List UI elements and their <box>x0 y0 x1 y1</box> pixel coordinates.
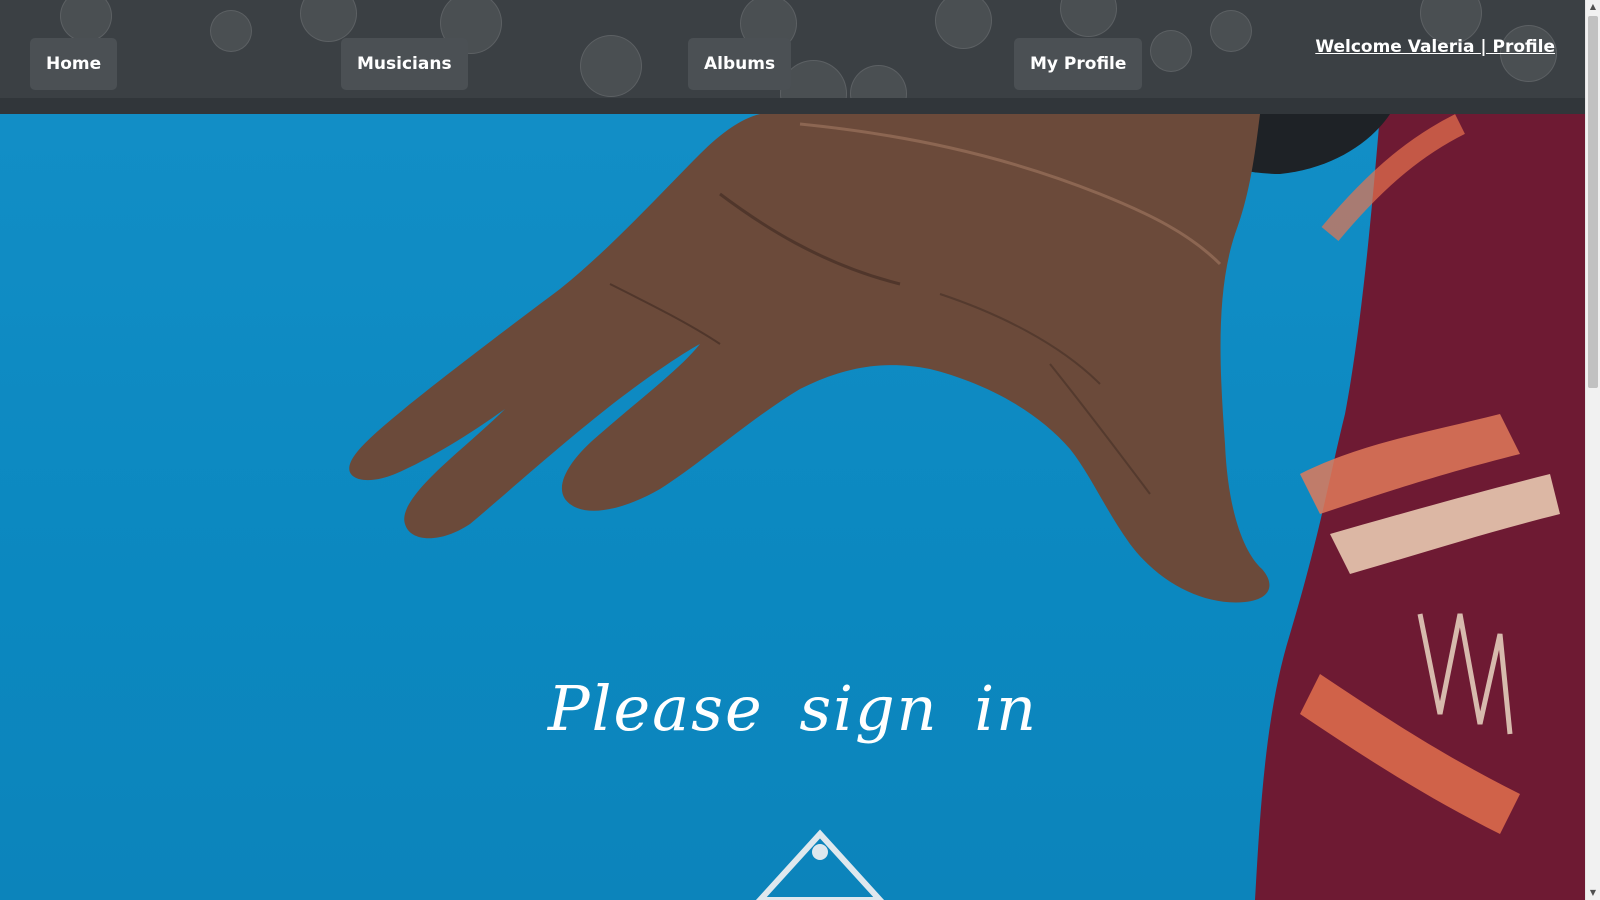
pick-object <box>755 829 885 900</box>
bokeh-decoration <box>210 10 252 52</box>
scroll-down-arrow-icon[interactable]: ▼ <box>1586 886 1600 900</box>
hero-hand-photo <box>349 114 1586 900</box>
page-scrollbar[interactable]: ▲ ▼ <box>1585 0 1600 900</box>
bokeh-decoration <box>1150 30 1192 72</box>
nav-my-profile-button[interactable]: My Profile <box>1014 38 1143 90</box>
navbar-bottom-strip <box>0 98 1586 114</box>
bokeh-decoration <box>580 35 642 97</box>
nav-musicians-button[interactable]: Musicians <box>341 38 468 90</box>
bokeh-decoration <box>60 0 112 42</box>
hero-section: Please sign in <box>0 114 1586 900</box>
welcome-profile-link[interactable]: Welcome Valeria | Profile <box>1315 37 1555 57</box>
nav-home-button[interactable]: Home <box>30 38 118 90</box>
bokeh-decoration <box>1060 0 1117 37</box>
scroll-up-arrow-icon[interactable]: ▲ <box>1586 0 1600 14</box>
bokeh-decoration <box>850 65 907 98</box>
bokeh-decoration <box>1210 10 1252 52</box>
scrollbar-thumb[interactable] <box>1588 16 1598 388</box>
please-sign-in-title: Please sign in <box>547 672 1039 745</box>
bokeh-decoration <box>300 0 357 42</box>
pick-object-center <box>812 844 828 860</box>
nav-albums-button[interactable]: Albums <box>688 38 792 90</box>
bokeh-decoration <box>935 0 992 49</box>
page: Home Musicians Albums My Profile Welcome… <box>0 0 1600 900</box>
top-navbar: Home Musicians Albums My Profile Welcome… <box>0 0 1586 98</box>
hand-shape <box>349 114 1270 603</box>
